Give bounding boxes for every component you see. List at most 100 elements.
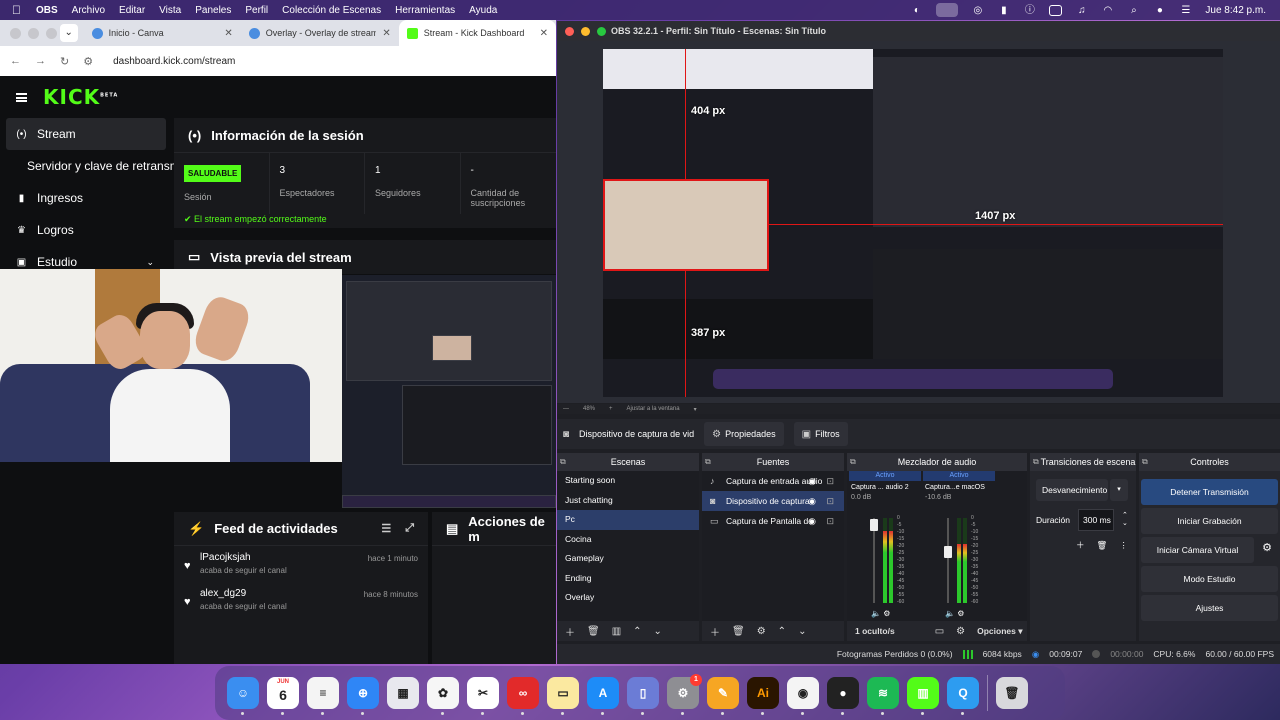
arrow-down-icon[interactable]: ⌄ [798,626,806,637]
studio-mode-button[interactable]: Modo Estudio [1141,566,1278,592]
menu-herramientas[interactable]: Herramientas [395,5,455,16]
gear-icon[interactable]: ⚙ [757,626,766,637]
arrow-down-icon[interactable]: ⌄ [654,626,662,637]
dock-undock-icon[interactable]: ⧉ [850,453,856,471]
browser-tab-kick[interactable]: Stream - Kick Dashboard ✕ [398,20,556,46]
gear-icon[interactable]: ⚙ [883,609,890,618]
user-icon[interactable]: ● [1153,5,1166,16]
scene-item[interactable]: Gameplay [557,549,699,569]
dock-undock-icon[interactable]: ⧉ [1033,453,1039,471]
start-virtual-camera-button[interactable]: Iniciar Cámara Virtual [1141,537,1254,563]
kick-logo[interactable]: KICKBETA [43,85,118,109]
close-tab-icon[interactable]: ✕ [382,28,390,39]
obs-icon[interactable]: ● [827,677,859,715]
volume-fader-track[interactable] [947,518,949,603]
sidebar-item-ingresos[interactable]: ▮ Ingresos [0,182,172,214]
zoom-mode-select[interactable]: Ajustar a la ventana [627,406,680,412]
sidebar-item-stream[interactable]: (•) Stream [6,118,166,150]
pages-icon[interactable]: ✎ [707,677,739,715]
dock-undock-icon[interactable]: ⧉ [705,453,711,471]
scene-item[interactable]: Ending [557,569,699,589]
display-icon[interactable] [1049,4,1063,16]
scene-item[interactable]: Starting soon [557,471,699,491]
search-icon[interactable]: ⌕ [1127,5,1140,16]
filter-icon[interactable]: ▥ [612,626,621,637]
add-icon[interactable]: ＋ [565,624,575,639]
filters-button[interactable]: ▣ Filtros [793,422,848,446]
list-item[interactable]: ♥ lPacojksjah acaba de seguir el canal h… [174,546,428,582]
reminders-icon[interactable]: ≡ [307,677,339,715]
duration-stepper[interactable]: ⌃ ⌄ [1122,512,1128,528]
sidebar-item-logros[interactable]: ♛ Logros [0,214,172,246]
close-tab-icon[interactable]: ✕ [540,28,548,39]
quicktime-icon[interactable]: Q [947,677,979,715]
sidebar-item-server-key[interactable]: Servidor y clave de retransmisión [0,150,204,182]
photos-icon[interactable]: ✿ [427,677,459,715]
reload-icon[interactable]: ↻ [60,55,69,68]
list-item[interactable]: ♥ alex_dg29 acaba de seguir el canal hac… [174,582,428,618]
finder-icon[interactable]: ☺ [227,677,259,715]
chrome-icon[interactable]: ◉ [787,677,819,715]
zoom-in-icon[interactable]: + [609,406,613,412]
zoom-out-icon[interactable]: — [563,406,569,412]
lock-icon[interactable]: ⊡ [826,516,834,527]
source-item[interactable]: ♪ Captura de entrada audio ◉ ⊡ [702,471,844,491]
capcut-icon[interactable]: ✂ [467,677,499,715]
stream-preview-video[interactable] [342,275,556,508]
obs-program-preview[interactable]: 404 px 1407 px 387 px [603,49,1223,397]
gear-icon[interactable]: ⚙ [957,609,964,618]
settings-button[interactable]: Ajustes [1141,595,1278,621]
minimize-window-button[interactable] [581,26,590,36]
hidden-channels-label[interactable]: 1 oculto/s [855,626,895,636]
scene-item[interactable]: Just chatting [557,491,699,511]
close-window-button[interactable] [10,27,21,39]
safari-icon[interactable]: ⊕ [347,677,379,715]
virtual-camera-gear-icon[interactable]: ⚙ [1262,541,1272,554]
lock-icon[interactable]: ⊡ [826,496,834,507]
add-icon[interactable]: ＋ [710,624,720,639]
menu-obs[interactable]: OBS [36,5,58,16]
lock-icon[interactable]: ⊡ [826,476,834,487]
close-tab-icon[interactable]: ✕ [224,28,232,39]
chevron-down-icon[interactable]: ▾ [694,406,697,413]
site-info-icon[interactable]: ⚙ [83,55,93,68]
source-item[interactable]: ▭ Captura de Pantalla de ◉ ⊡ [702,511,844,531]
popout-icon[interactable]: ⤢ [405,522,414,535]
zoom-window-button[interactable] [46,27,57,39]
trash-icon[interactable]: 🗑 [1097,540,1108,551]
control-center-pill-icon[interactable] [936,3,959,17]
chevron-down-icon[interactable]: ▾ [1110,479,1128,501]
arrow-up-icon[interactable]: ⌃ [778,626,786,637]
control-center-icon[interactable]: ☰ [1179,5,1192,16]
visibility-eye-icon[interactable]: ◉ [808,476,816,487]
battery-icon[interactable]: ▮ [997,5,1010,16]
illustrator-icon[interactable]: Ai [747,677,779,715]
source-item-selected[interactable]: ◙ Dispositivo de captura ◉ ⊡ [702,491,844,511]
info-icon[interactable]: ⓘ [1023,5,1036,16]
menubar-clock[interactable]: Jue 8:42 p.m. [1205,5,1266,16]
volume-fader-knob[interactable] [870,518,878,531]
browser-tab-overlay[interactable]: Overlay - Overlay de streaming ✕ [241,20,399,46]
start-recording-button[interactable]: Iniciar Grabación [1141,508,1278,534]
dock-undock-icon[interactable]: ⧉ [560,453,566,471]
screen-share-icon[interactable]: ◎ [971,5,984,16]
forward-arrow-icon[interactable]: → [35,55,46,67]
menu-paneles[interactable]: Paneles [195,5,231,16]
trash-icon[interactable]: 🗑 [587,626,600,637]
duration-input[interactable]: 300 ms [1078,509,1115,531]
creative-cloud-icon[interactable]: ∞ [507,677,539,715]
menu-ayuda[interactable]: Ayuda [469,5,497,16]
app-store-icon[interactable]: A [587,677,619,715]
speaker-icon[interactable]: 🔈 [871,609,881,618]
trash-icon[interactable]: 🗑 [996,677,1028,709]
dock-undock-icon[interactable]: ⧉ [1142,453,1148,471]
layout-icon[interactable]: ▭ [935,626,944,637]
menu-archivo[interactable]: Archivo [72,5,105,16]
volume-fader-knob[interactable] [944,546,952,558]
mixer-options-button[interactable]: Opciones ▾ [977,626,1022,637]
advanced-audio-icon[interactable]: ⚙ [956,626,965,637]
menu-perfil[interactable]: Perfil [245,5,268,16]
speaker-icon[interactable]: 🔈 [945,609,955,618]
add-icon[interactable]: ＋ [1076,539,1085,551]
scene-item[interactable]: Overlay [557,588,699,608]
